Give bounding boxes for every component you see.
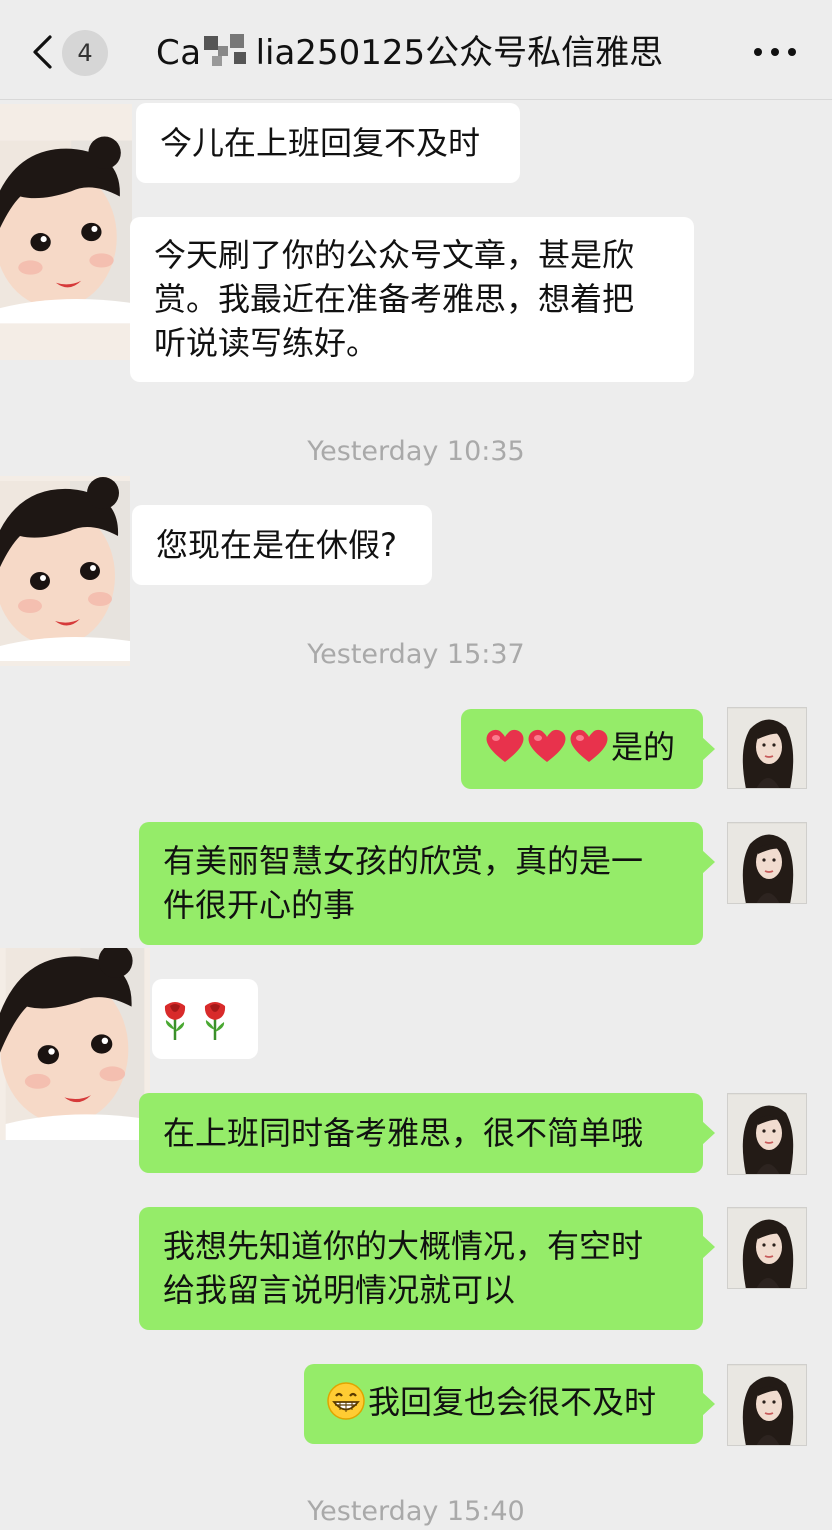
message-bubble-incoming[interactable] bbox=[152, 979, 258, 1059]
message-text: 您现在是在休假? bbox=[156, 526, 397, 564]
message-bubble-outgoing[interactable]: 是的 bbox=[461, 709, 715, 789]
timestamp: Yesterday 10:35 bbox=[307, 436, 525, 467]
message-text-line: 有美丽智慧女孩的欣赏，真的是一 bbox=[163, 842, 644, 880]
contact-avatar[interactable] bbox=[0, 104, 132, 360]
message-bubble-incoming[interactable]: 今儿在上班回复不及时 bbox=[136, 103, 520, 183]
chat-header: 4 Ca lia250125公众号私信雅思 bbox=[0, 0, 832, 100]
rose-emoji-icon bbox=[160, 1000, 190, 1040]
chevron-left-icon[interactable] bbox=[30, 34, 54, 70]
timestamp: Yesterday 15:37 bbox=[307, 639, 525, 670]
message-text: 我回复也会很不及时 bbox=[368, 1383, 657, 1421]
red-heart-emoji-icon bbox=[527, 728, 567, 764]
message-bubble-outgoing[interactable]: 在上班同时备考雅思，很不简单哦 bbox=[139, 1093, 715, 1173]
timestamp: Yesterday 15:40 bbox=[307, 1496, 525, 1527]
message-text: 在上班同时备考雅思，很不简单哦 bbox=[163, 1114, 644, 1152]
chat-title-prefix: Ca bbox=[156, 33, 202, 73]
redaction-mosaic bbox=[203, 32, 254, 68]
grinning-face-emoji-icon bbox=[327, 1382, 365, 1420]
chat-title: Ca lia250125公众号私信雅思 bbox=[156, 28, 663, 78]
message-text: 今儿在上班回复不及时 bbox=[160, 124, 481, 162]
own-avatar[interactable] bbox=[727, 1364, 807, 1446]
contact-avatar[interactable] bbox=[0, 948, 150, 1140]
message-text-line: 我想先知道你的大概情况，有空时 bbox=[163, 1227, 644, 1265]
message-text-line: 给我留言说明情况就可以 bbox=[163, 1271, 516, 1309]
chat-title-suffix: lia250125公众号私信雅思 bbox=[255, 33, 664, 73]
message-text: 是的 bbox=[611, 728, 676, 766]
own-avatar[interactable] bbox=[727, 1093, 807, 1175]
message-bubble-outgoing[interactable]: 我回复也会很不及时 bbox=[304, 1364, 715, 1444]
message-bubble-incoming[interactable]: 今天刷了你的公众号文章，甚是欣 赏。我最近在准备考雅思，想着把 听说读写练好。 bbox=[130, 217, 694, 382]
own-avatar[interactable] bbox=[727, 1207, 807, 1289]
message-bubble-outgoing[interactable]: 我想先知道你的大概情况，有空时 给我留言说明情况就可以 bbox=[139, 1207, 715, 1330]
message-bubble-outgoing[interactable]: 有美丽智慧女孩的欣赏，真的是一 件很开心的事 bbox=[139, 822, 715, 945]
red-heart-emoji-icon bbox=[485, 728, 525, 764]
message-text-line: 今天刷了你的公众号文章，甚是欣 bbox=[154, 236, 635, 274]
message-bubble-incoming[interactable]: 您现在是在休假? bbox=[132, 505, 432, 585]
own-avatar[interactable] bbox=[727, 822, 807, 904]
unread-count-badge[interactable]: 4 bbox=[62, 30, 108, 76]
more-dots-icon[interactable] bbox=[754, 48, 798, 58]
rose-emoji-icon bbox=[200, 1000, 230, 1040]
own-avatar[interactable] bbox=[727, 707, 807, 789]
message-text-line: 赏。我最近在准备考雅思，想着把 bbox=[154, 280, 635, 318]
red-heart-emoji-icon bbox=[569, 728, 609, 764]
message-text-line: 件很开心的事 bbox=[163, 886, 356, 924]
message-text-line: 听说读写练好。 bbox=[154, 324, 379, 362]
